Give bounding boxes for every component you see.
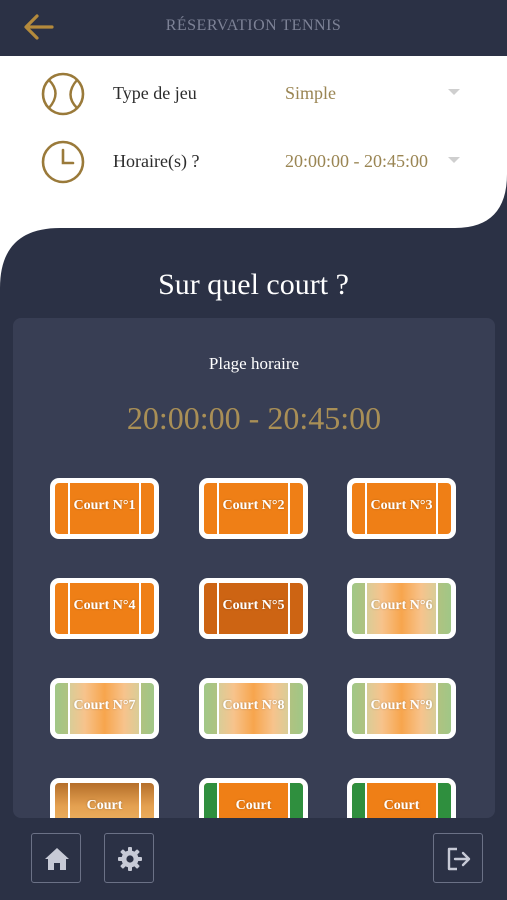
tennis-ball-icon [41,72,85,116]
court-name: Court N°1 [73,498,136,513]
logout-button[interactable] [433,833,483,883]
court-card-9[interactable]: Court N°9 [347,678,456,739]
court-name: Court N°4 [73,598,136,613]
chevron-down-icon[interactable] [448,157,460,163]
court-name: Court N°8 [222,698,285,713]
court-card-1[interactable]: Court N°1 [50,478,159,539]
court-card-7[interactable]: Court N°7 [50,678,159,739]
court-name: Court N°9 [370,698,433,713]
court-name: Court N°5 [222,598,285,613]
schedule-label: Horaire(s) ? [113,151,200,171]
court-card-3[interactable]: Court N°3 [347,478,456,539]
bottom-nav [0,818,507,900]
court-name: Court N°7 [73,698,136,713]
court-name: Court [235,798,272,813]
time-slot-value: 20:00:00 - 20:45:00 [126,400,382,436]
game-type-label: Type de jeu [113,83,197,103]
home-button[interactable] [31,833,81,883]
logout-icon [447,847,471,871]
court-name: Court [383,798,420,813]
game-type-select[interactable]: Simple [285,83,336,104]
page-title: RÉSERVATION TENNIS [165,17,342,34]
court-name: Court [86,798,123,813]
court-card-6[interactable]: Court N°6 [347,578,456,639]
settings-button[interactable] [104,833,154,883]
court-card-10[interactable]: Court [50,778,159,818]
schedule-select[interactable]: 20:00:00 - 20:45:00 [285,151,428,172]
court-name: Court N°6 [370,598,433,613]
home-icon [45,848,69,870]
court-card-2[interactable]: Court N°2 [199,478,308,539]
gear-icon [118,847,142,871]
court-name: Court N°3 [370,498,433,513]
top-bar: RÉSERVATION TENNIS [0,0,507,56]
time-slot-label: Plage horaire [208,354,300,373]
clock-icon [41,140,85,184]
court-card-8[interactable]: Court N°8 [199,678,308,739]
schedule-row[interactable]: Horaire(s) ? 20:00:00 - 20:45:00 [40,136,480,186]
game-type-row[interactable]: Type de jeu Simple [40,68,480,118]
court-name: Court N°2 [222,498,285,513]
court-question-heading: Sur quel court ? [158,268,349,301]
court-card-5[interactable]: Court N°5 [199,578,308,639]
chevron-down-icon[interactable] [448,89,460,95]
court-card-4[interactable]: Court N°4 [50,578,159,639]
court-card-11[interactable]: Court [199,778,308,818]
court-selection-card: Plage horaire 20:00:00 - 20:45:00 Court … [13,318,495,818]
court-card-12[interactable]: Court [347,778,456,818]
